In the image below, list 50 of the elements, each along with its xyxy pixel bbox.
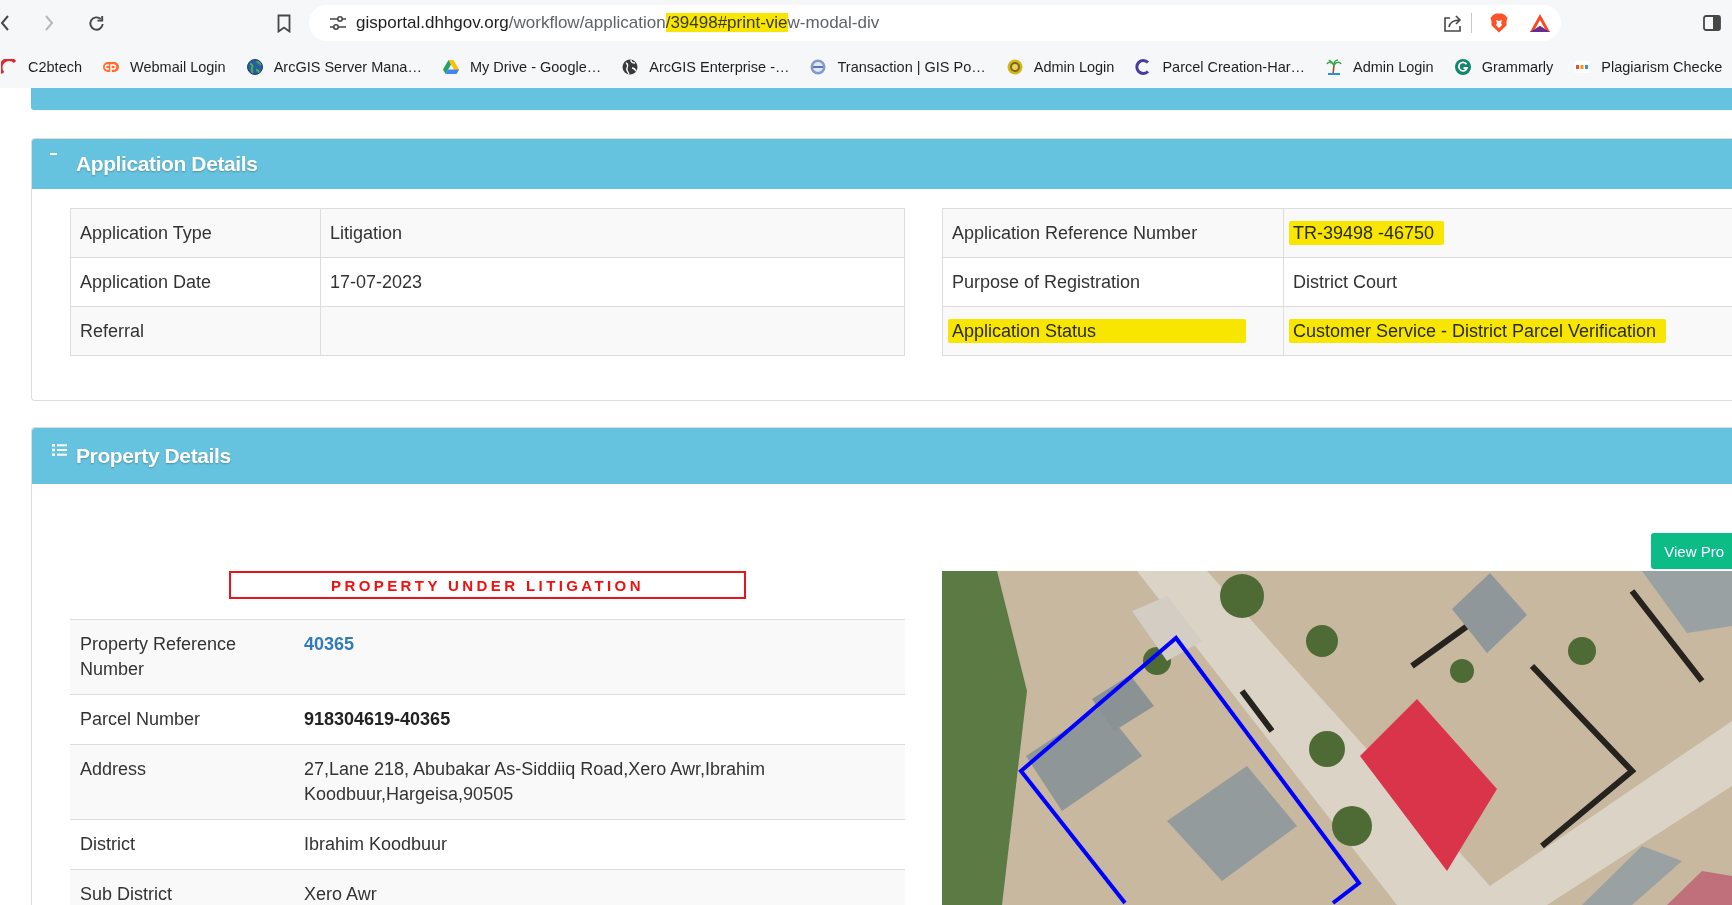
bookmark-icon[interactable] <box>277 13 291 33</box>
triangle-icon[interactable] <box>1530 14 1550 32</box>
bookmark-item[interactable]: Grammarly <box>1454 59 1554 75</box>
field-value: 17-07-2023 <box>320 257 905 307</box>
bookmark-item[interactable]: Transaction | GIS Po… <box>810 59 986 75</box>
g-logo-icon <box>1454 59 1471 75</box>
field-label: Referral <box>70 306 321 356</box>
bookmark-item[interactable]: My Drive - Google… <box>442 59 602 75</box>
c-logo-icon <box>1135 59 1152 75</box>
field-value: Xero Awr <box>294 869 905 905</box>
side-panel-icon[interactable] <box>1703 15 1721 31</box>
shield-icon[interactable] <box>1490 13 1508 33</box>
palm-tree-icon <box>1326 59 1343 75</box>
bookmark-item[interactable]: Admin Login <box>1006 59 1115 75</box>
panel-title: Application Details <box>76 152 258 176</box>
field-label: Application Reference Number <box>942 208 1284 258</box>
field-value: Litigation <box>320 208 905 258</box>
seal-icon <box>1006 59 1023 75</box>
field-label: Address <box>70 744 294 820</box>
litigation-notice: PROPERTY UNDER LITIGATION <box>229 571 746 599</box>
bookmark-item[interactable]: C2btech <box>1 59 82 75</box>
bookmark-item[interactable]: Webmail Login <box>103 59 226 75</box>
logo-icon <box>1574 59 1591 75</box>
field-value: Customer Service - District Parcel Verification <box>1283 306 1732 356</box>
bookmark-item[interactable]: ArcGIS Enterprise -… <box>622 59 790 75</box>
field-value: TR-39498 -46750 <box>1283 208 1732 258</box>
seal-icon <box>810 59 827 75</box>
triangle-logo-icon <box>442 59 459 75</box>
bookmark-item[interactable]: Admin Login <box>1326 59 1434 75</box>
reload-icon[interactable] <box>87 13 106 33</box>
logo-icon <box>103 59 119 75</box>
field-label: Application Status <box>942 306 1284 356</box>
field-label: Property Reference Number <box>70 619 294 695</box>
field-label: Application Type <box>70 208 321 258</box>
field-label: Sub District <box>70 869 294 905</box>
share-icon[interactable] <box>1443 14 1463 32</box>
back-icon[interactable] <box>0 14 10 32</box>
field-label: Purpose of Registration <box>942 257 1284 307</box>
tune-icon[interactable] <box>329 15 347 31</box>
property-reference-link[interactable]: 40365 <box>304 634 355 654</box>
panel-title: Property Details <box>76 444 231 468</box>
bookmark-item[interactable]: Plagiarism Checke <box>1574 59 1723 75</box>
bookmark-item[interactable]: Parcel Creation-Har… <box>1135 59 1306 75</box>
field-label: Application Date <box>70 257 321 307</box>
arc-logo-icon <box>1 59 17 75</box>
list-icon <box>52 444 67 456</box>
globe-icon <box>622 59 639 75</box>
globe-icon <box>246 59 263 75</box>
bookmark-item[interactable]: ArcGIS Server Mana… <box>246 59 422 75</box>
field-value: 27,Lane 218, Abubakar As-Siddiiq Road,Xero Awr,Ibrahim Koodbuur,Hargeisa,90505 <box>294 744 905 820</box>
